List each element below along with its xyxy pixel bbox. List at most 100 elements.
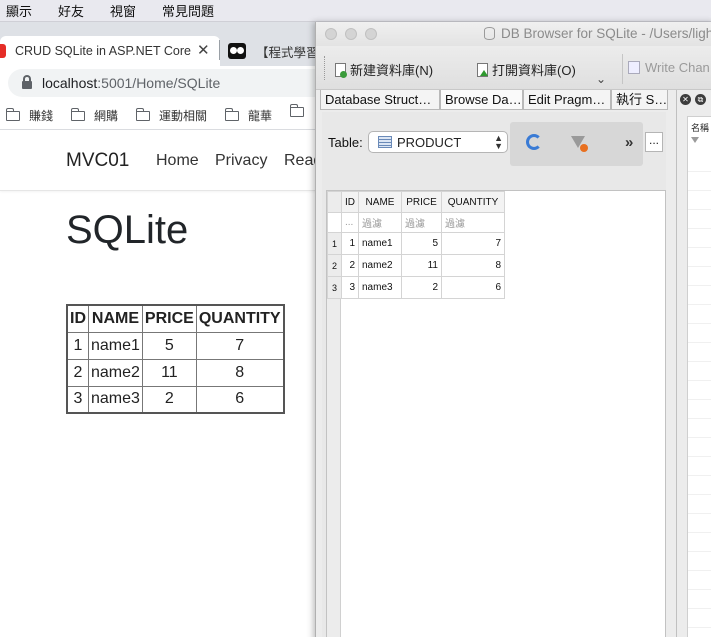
write-changes-button[interactable]: Write Chan [628, 60, 710, 75]
corner-cell [327, 191, 342, 213]
close-icon[interactable]: ✕ [197, 41, 210, 59]
grid-column-header[interactable]: PRICE [401, 191, 442, 213]
folder-icon [224, 107, 239, 121]
table-cell: 2 [141, 385, 197, 414]
grid-cell[interactable]: 7 [441, 232, 505, 255]
menu-item-view[interactable]: 顯示 [6, 1, 32, 20]
dock-list [688, 153, 711, 637]
filter-input-id[interactable]: ... [341, 212, 359, 233]
bookmark-label: 賺錢 [29, 109, 54, 123]
more-chevron-icon[interactable]: » [625, 134, 633, 151]
select-arrows-icon: ▲ ▼ [494, 133, 503, 151]
nav-link-home[interactable]: Home [156, 152, 199, 170]
menu-bar: 顯示 好友 視窗 常見問題 [0, 0, 711, 22]
grid-cell[interactable]: 2 [401, 276, 442, 299]
grid-cell[interactable]: 3 [341, 276, 359, 299]
grid-cell[interactable]: 5 [401, 232, 442, 255]
grid-column-header[interactable]: ID [341, 191, 359, 213]
close-icon[interactable]: ✕ [680, 94, 691, 105]
tab-divider [219, 40, 220, 60]
menu-item-friends[interactable]: 好友 [58, 1, 84, 20]
grid-cell[interactable]: 6 [441, 276, 505, 299]
clear-filter-icon[interactable] [571, 136, 588, 152]
bookmark-folder[interactable] [289, 104, 313, 117]
menu-item-window[interactable]: 視窗 [110, 1, 136, 20]
filter-input-quantity[interactable]: 過濾 [441, 212, 505, 233]
expand-triangle-icon[interactable] [691, 137, 699, 143]
grid-row[interactable]: 2 2 name2 11 8 [327, 254, 505, 277]
bookmark-folder[interactable]: 運動相關 [135, 107, 208, 124]
grid-cell[interactable]: 1 [341, 232, 359, 255]
dock-column-header: 名稱 [691, 123, 710, 133]
browser-tab-second[interactable]: 【程式學習 [228, 36, 319, 66]
grid-row[interactable]: 3 3 name3 2 6 [327, 276, 505, 299]
new-database-button[interactable]: 新建資料庫(N) [335, 60, 433, 79]
url-host: localhost [42, 75, 98, 91]
filter-input-name[interactable]: 過濾 [358, 212, 402, 233]
column-header: NAME [88, 304, 143, 333]
more-options-button[interactable]: ... [645, 132, 663, 152]
window-titlebar[interactable]: DB Browser for SQLite - /Users/ligh [316, 22, 711, 46]
grid-cell[interactable]: 11 [401, 254, 442, 277]
table-row: 2 name2 11 8 [66, 358, 285, 387]
nav-link-privacy[interactable]: Privacy [215, 152, 267, 170]
row-number [327, 212, 342, 233]
bookmark-label: 運動相關 [159, 109, 208, 123]
chevron-down-icon[interactable]: ⌄ [596, 72, 606, 86]
table-select[interactable]: PRODUCT ▲ ▼ [368, 131, 508, 153]
table-cell: 7 [195, 331, 285, 360]
toolbar-divider [622, 54, 623, 84]
window-minimize-button[interactable] [345, 28, 357, 40]
filter-row: ... 過濾 過濾 過濾 [327, 212, 505, 233]
menu-item-faq[interactable]: 常見問題 [162, 1, 214, 20]
open-database-icon [477, 62, 488, 77]
table-cell: name2 [88, 358, 143, 387]
column-header: QUANTITY [195, 304, 285, 333]
site-brand[interactable]: MVC01 [66, 150, 129, 172]
dock-panel: ✕ ⧉ 名稱 [676, 90, 711, 637]
table-cell: 11 [141, 358, 197, 387]
row-number[interactable]: 1 [327, 232, 342, 255]
window-close-button[interactable] [325, 28, 337, 40]
grid-cell[interactable]: name1 [358, 232, 402, 255]
row-number[interactable]: 3 [327, 276, 342, 299]
new-database-icon [335, 62, 347, 78]
window-title-text: DB Browser for SQLite - /Users/ligh [501, 26, 711, 41]
bookmark-folder[interactable]: 龍華 [224, 107, 272, 124]
page-title: SQLite [66, 208, 189, 252]
grid-row[interactable]: 1 1 name1 5 7 [327, 232, 505, 255]
toolbar-grip[interactable] [324, 56, 326, 80]
database-icon [484, 27, 495, 40]
medium-icon [228, 43, 246, 59]
browse-toolbar: » [510, 122, 643, 166]
grid-cell[interactable]: 8 [441, 254, 505, 277]
button-label: Write Chan [645, 60, 710, 75]
tab-edit-pragmas[interactable]: Edit Pragm… [523, 90, 611, 110]
table-cell: 5 [141, 331, 197, 360]
open-database-button[interactable]: 打開資料庫(O) [477, 60, 576, 79]
table-label: Table: [328, 135, 363, 150]
bookmark-folder[interactable]: 賺錢 [5, 107, 54, 124]
grid-cell[interactable]: 2 [341, 254, 359, 277]
tab-execute-sql[interactable]: 執行 S… [611, 90, 668, 110]
window-zoom-button[interactable] [365, 28, 377, 40]
address-bar[interactable]: localhost:5001/Home/SQLite [8, 69, 328, 97]
grid-column-header[interactable]: QUANTITY [441, 191, 505, 213]
table-select-value: PRODUCT [397, 134, 462, 150]
youtube-icon [0, 44, 6, 58]
grid-cell[interactable]: name2 [358, 254, 402, 277]
db-tab-bar: Database Struct… Browse Da… Edit Pragm… … [320, 90, 668, 110]
bookmark-label: 網購 [94, 109, 119, 123]
grid-cell[interactable]: name3 [358, 276, 402, 299]
float-panel-icon[interactable]: ⧉ [695, 94, 706, 105]
browser-tab-active[interactable]: CRUD SQLite in ASP.NET Core ✕ [0, 36, 220, 66]
tab-database-structure[interactable]: Database Struct… [320, 90, 440, 110]
grid-column-header[interactable]: NAME [358, 191, 402, 213]
filter-input-price[interactable]: 過濾 [401, 212, 442, 233]
table-row: 3 name3 2 6 [66, 385, 285, 414]
tab-browse-data[interactable]: Browse Da… [440, 90, 523, 110]
bookmark-folder[interactable]: 網購 [70, 107, 119, 124]
row-number[interactable]: 2 [327, 254, 342, 277]
table-cell: 6 [195, 385, 285, 414]
refresh-icon[interactable] [526, 134, 542, 150]
